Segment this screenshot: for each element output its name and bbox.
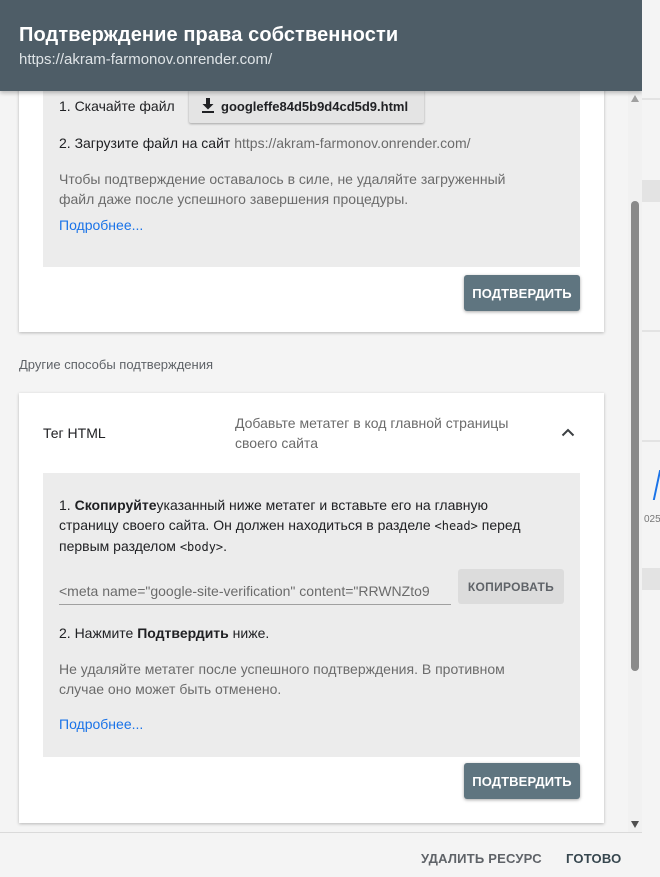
download-file-button[interactable]: googleffe84d5b9d4cd5d9.html	[189, 91, 424, 123]
head-tag-code: <head>	[434, 519, 478, 533]
ownership-verification-dialog: Подтверждение права собственности https:…	[0, 0, 642, 877]
step2-prefix: 2. Загрузите файл на сайт	[59, 135, 231, 151]
html-tag-method-card: Тег HTML Добавьте метатег в код главной …	[19, 393, 604, 823]
dialog-header: Подтверждение права собственности https:…	[0, 0, 642, 91]
description-line: своего сайта	[235, 435, 318, 451]
dialog-footer: УДАЛИТЬ РЕСУРС ГОТОВО	[0, 832, 642, 877]
scroll-down-arrow-icon[interactable]	[631, 821, 639, 828]
confirm-button[interactable]: ПОДТВЕРДИТЬ	[464, 763, 580, 799]
step1-bold: Скопируйте	[74, 497, 157, 513]
html-file-instructions: 1. Скачайте файл googleffe84d5b9d4cd5d9.…	[43, 91, 580, 267]
background-divider	[642, 98, 660, 100]
meta-tag-field[interactable]: <meta name="google-site-verification" co…	[59, 569, 451, 605]
step1-line: 1. Скопируйтеуказанный ниже метатег и вс…	[59, 495, 569, 515]
step1-text: первым разделом	[59, 538, 176, 554]
step1-text: страницу своего сайта. Он должен находит…	[59, 517, 431, 533]
learn-more-link[interactable]: Подробнее...	[59, 716, 143, 732]
dialog-content[interactable]: 1. Скачайте файл googleffe84d5b9d4cd5d9.…	[0, 91, 628, 832]
method-name: Тег HTML	[43, 425, 106, 441]
scroll-up-arrow-icon[interactable]	[631, 95, 639, 102]
background-band	[642, 180, 660, 202]
download-file-name: googleffe84d5b9d4cd5d9.html	[221, 98, 409, 114]
step1-label: 1. Скачайте файл	[59, 98, 175, 114]
scrollbar-thumb[interactable]	[631, 201, 639, 671]
background-band	[642, 568, 660, 590]
step1-number: 1.	[59, 497, 71, 513]
background-divider	[642, 330, 660, 332]
background-divider	[642, 440, 660, 442]
html-tag-step1: 1. Скопируйтеуказанный ниже метатег и вс…	[59, 495, 569, 557]
delete-resource-button[interactable]: УДАЛИТЬ РЕСУРС	[421, 851, 542, 866]
step2-suffix: ниже.	[232, 625, 270, 641]
collapse-chevron-up-icon[interactable]	[557, 421, 579, 443]
description-line: Добавьте метатег в код главной страницы	[235, 415, 509, 431]
step1-text: указанный ниже метатег и вставьте его на…	[156, 497, 489, 513]
download-icon	[202, 98, 214, 113]
note-line: Чтобы подтверждение оставалось в силе, н…	[59, 171, 506, 187]
scrollbar[interactable]	[628, 91, 642, 832]
background-page: 025	[642, 0, 660, 877]
file-method-note: Чтобы подтверждение оставалось в силе, н…	[59, 169, 505, 209]
step2-url: https://akram-farmonov.onrender.com/	[234, 135, 471, 151]
step1-line: страницу своего сайта. Он должен находит…	[59, 515, 569, 536]
note-line: файл даже после успешного завершения про…	[59, 191, 409, 207]
step1-text: .	[223, 538, 228, 554]
other-methods-heading: Другие способы подтверждения	[19, 357, 214, 372]
background-chart-tick: 025	[644, 514, 660, 525]
done-button[interactable]: ГОТОВО	[566, 851, 621, 866]
background-chart-line	[652, 470, 660, 500]
learn-more-link[interactable]: Подробнее...	[59, 217, 143, 233]
step2-bold: Подтвердить	[137, 625, 229, 641]
html-file-method-card: 1. Скачайте файл googleffe84d5b9d4cd5d9.…	[19, 91, 604, 332]
method-description: Добавьте метатег в код главной страницы …	[235, 413, 545, 453]
body-tag-code: <body>	[179, 540, 224, 554]
confirm-button[interactable]: ПОДТВЕРДИТЬ	[464, 275, 580, 311]
dialog-subtitle: https://akram-farmonov.onrender.com/	[19, 51, 273, 68]
step2-text: 2. Загрузите файл на сайт https://akram-…	[59, 133, 471, 153]
note-line: случае оно может быть отменено.	[59, 681, 282, 697]
copy-button[interactable]: КОПИРОВАТЬ	[458, 569, 564, 604]
step1-line: первым разделом <body>.	[59, 536, 569, 557]
html-tag-note: Не удаляйте метатег после успешного подт…	[59, 659, 505, 699]
dialog-title: Подтверждение права собственности	[19, 24, 399, 46]
note-line: Не удаляйте метатег после успешного подт…	[59, 661, 505, 677]
html-tag-step2: 2. Нажмите Подтвердить ниже.	[59, 623, 269, 643]
html-tag-instructions: 1. Скопируйтеуказанный ниже метатег и вс…	[43, 473, 580, 757]
step2-prefix: 2. Нажмите	[59, 625, 134, 641]
step1-text: перед	[481, 517, 521, 533]
